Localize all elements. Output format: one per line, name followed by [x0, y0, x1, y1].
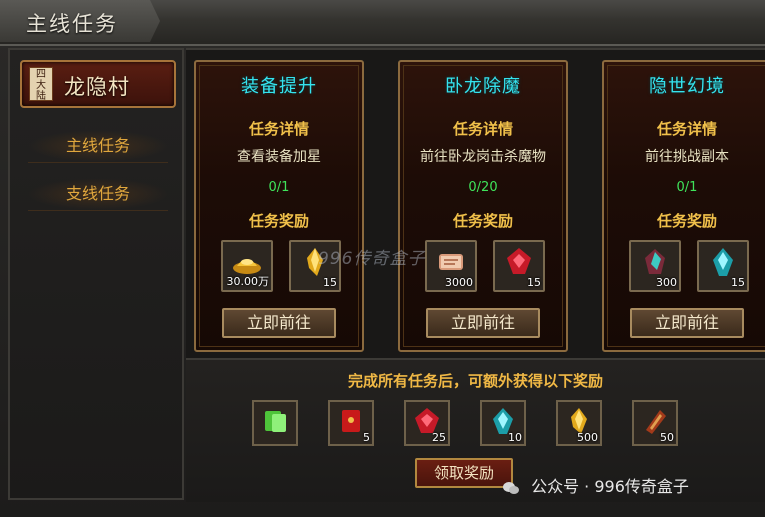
region-stamp: 四大陆 — [29, 67, 53, 102]
sidebar-item-side-quest[interactable]: 支线任务 — [28, 178, 168, 211]
quest-window: 主线任务 四大陆 龙隐村 主线任务 支线任务 装备提升 任务详情 查看装备加星 … — [0, 0, 765, 517]
reward-qty: 15 — [731, 276, 745, 289]
quest-description: 前往卧龙岗击杀魔物 — [420, 149, 546, 165]
bonus-qty: 5 — [363, 431, 370, 444]
quest-progress: 0/20 — [468, 180, 498, 195]
quest-title: 隐世幻境 — [649, 76, 725, 97]
red-gem-icon — [507, 248, 531, 274]
detail-label: 任务详情 — [656, 120, 717, 138]
quest-title: 卧龙除魔 — [445, 76, 521, 97]
sidebar-item-label: 主线任务 — [65, 136, 130, 155]
watermark-center: 996传奇盒子 — [318, 249, 426, 269]
quest-progress: 0/1 — [676, 180, 698, 195]
detail-label: 任务详情 — [248, 120, 309, 138]
watermark-footer-text: 公众号 · 996传奇盒子 — [531, 477, 689, 496]
quest-title: 装备提升 — [241, 76, 317, 97]
quest-description: 查看装备加星 — [237, 149, 321, 165]
quest-cards-area: 装备提升 任务详情 查看装备加星 0/1 任务奖励 30.00万 15 立即前往… — [186, 48, 765, 358]
cyan-crystal-icon — [713, 248, 733, 276]
go-now-button[interactable]: 立即前往 — [222, 308, 336, 338]
bonus-slot[interactable]: 5 — [328, 400, 374, 446]
reward-label: 任务奖励 — [452, 212, 513, 230]
title-plate: 主线任务 — [0, 0, 160, 42]
reward-qty: 30.00万 — [226, 275, 270, 288]
reward-slot[interactable]: 3000 — [425, 240, 477, 292]
reward-qty: 3000 — [445, 276, 473, 289]
green-scroll-icon — [265, 411, 286, 432]
sidebar-item-label: 支线任务 — [65, 184, 130, 203]
quest-description: 前往挑战副本 — [645, 149, 729, 165]
bonus-qty: 25 — [432, 431, 446, 444]
red-crystal-icon — [645, 249, 665, 274]
red-envelope-icon — [342, 410, 360, 432]
reward-qty: 300 — [656, 276, 677, 289]
sidebar: 四大陆 龙隐村 主线任务 支线任务 — [8, 48, 184, 500]
quest-card: 装备提升 任务详情 查看装备加星 0/1 任务奖励 30.00万 15 立即前往 — [194, 60, 364, 352]
reward-qty: 15 — [323, 276, 337, 289]
bonus-qty: 50 — [660, 431, 674, 444]
reward-slot[interactable]: 15 — [697, 240, 749, 292]
bonus-slot[interactable]: 50 — [632, 400, 678, 446]
quest-card: 卧龙除魔 任务详情 前往卧龙岗击杀魔物 0/20 任务奖励 3000 15 立即… — [398, 60, 568, 352]
reward-label: 任务奖励 — [656, 212, 717, 230]
title-bar: 主线任务 — [0, 0, 765, 46]
reward-label: 任务奖励 — [248, 212, 309, 230]
claim-reward-button[interactable]: 领取奖励 — [415, 458, 513, 488]
scroll-icon — [439, 254, 463, 270]
bonus-qty: 500 — [577, 431, 598, 444]
sidebar-item-main-quest[interactable]: 主线任务 — [28, 130, 168, 163]
region-name: 龙隐村 — [64, 75, 130, 99]
bonus-slot[interactable] — [252, 400, 298, 446]
region-stamp-text: 四大陆 — [36, 69, 46, 102]
wechat-icon — [503, 481, 519, 494]
go-now-button[interactable]: 立即前往 — [426, 308, 540, 338]
quest-card: 隐世幻境 任务详情 前往挑战副本 0/1 任务奖励 300 15 立即前往 — [602, 60, 765, 352]
watermark-footer: 公众号 · 996传奇盒子 — [502, 474, 689, 500]
quest-progress: 0/1 — [268, 180, 290, 195]
bonus-text: 完成所有任务后，可额外获得以下奖励 — [347, 372, 603, 390]
reward-qty: 15 — [527, 276, 541, 289]
go-now-button[interactable]: 立即前往 — [630, 308, 744, 338]
reward-slot[interactable]: 30.00万 — [221, 240, 273, 292]
bonus-slot[interactable]: 500 — [556, 400, 602, 446]
bonus-slot[interactable]: 25 — [404, 400, 450, 446]
reward-slot[interactable]: 300 — [629, 240, 681, 292]
window-title: 主线任务 — [26, 12, 118, 36]
bonus-qty: 10 — [508, 431, 522, 444]
bonus-slot[interactable]: 10 — [480, 400, 526, 446]
detail-label: 任务详情 — [452, 120, 513, 138]
region-tab[interactable]: 四大陆 龙隐村 — [20, 60, 176, 108]
reward-slot[interactable]: 15 — [493, 240, 545, 292]
